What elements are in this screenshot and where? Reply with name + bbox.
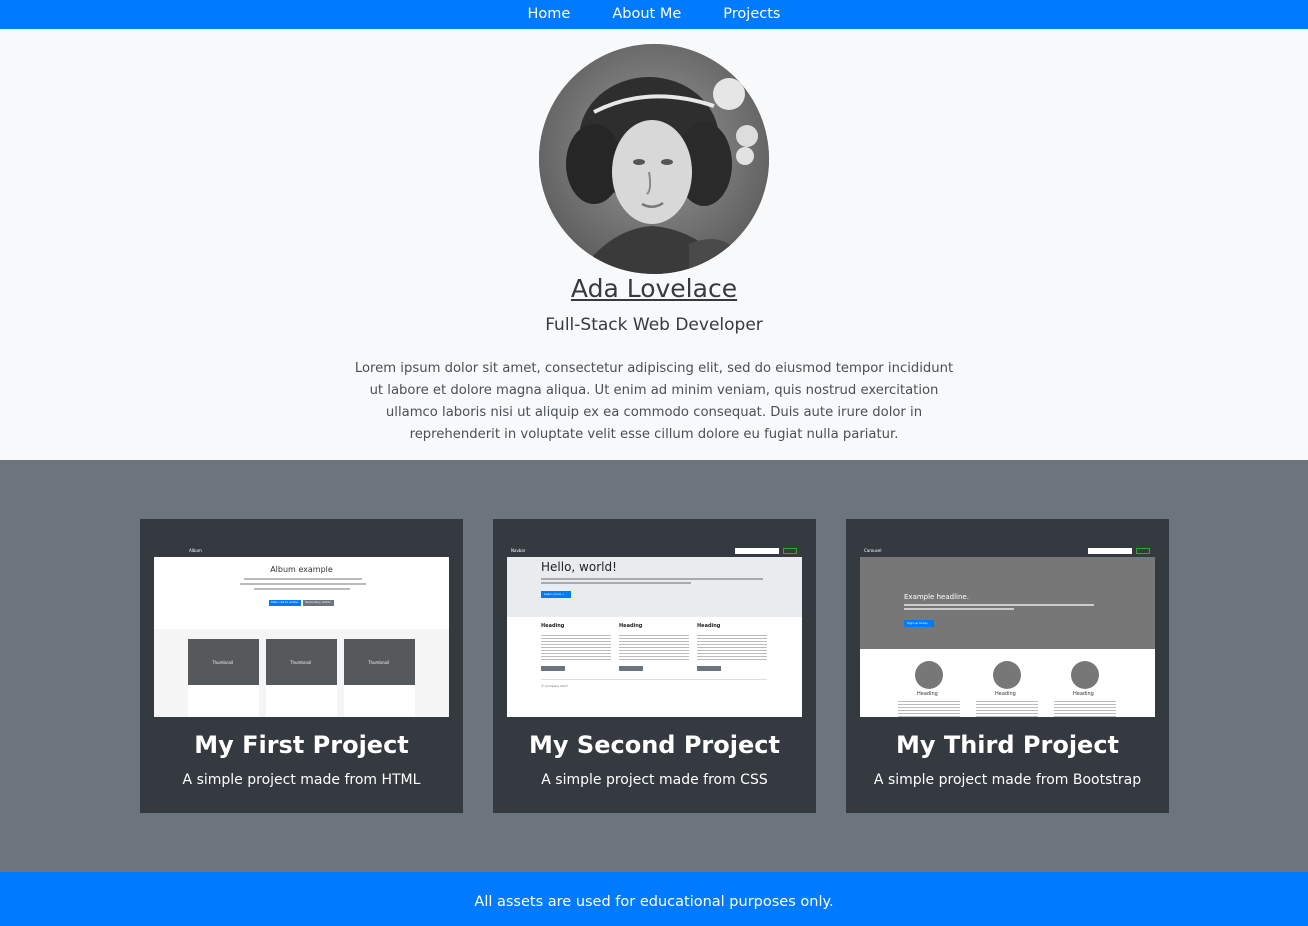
preview-primary-button: Main call to action xyxy=(271,600,299,604)
nav-link-home[interactable]: Home xyxy=(507,0,592,29)
project-3-preview: Carousel Example headline. Sign up today… xyxy=(860,545,1155,717)
profile-title: Full-Stack Web Developer xyxy=(545,315,763,335)
top-navbar: Home About Me Projects xyxy=(0,0,1308,29)
preview-brand: Album xyxy=(189,548,202,553)
project-1-preview: Album Album example Main call to action … xyxy=(154,545,449,717)
preview-col-heading: Heading xyxy=(1073,691,1094,697)
project-card-1[interactable]: Album Album example Main call to action … xyxy=(140,519,463,813)
project-1-description: A simple project made from HTML xyxy=(182,772,421,788)
preview-brand: Carousel xyxy=(864,548,882,553)
preview-signup-button: Sign up today xyxy=(907,621,928,625)
preview-thumbnail-label: Thumbnail xyxy=(212,660,234,665)
nav-link-about-me[interactable]: About Me xyxy=(591,0,702,29)
preview-col-heading: Heading xyxy=(619,623,643,629)
preview-thumbnail-label: Thumbnail xyxy=(368,660,390,665)
nav-link-projects[interactable]: Projects xyxy=(702,0,801,29)
project-3-title: My Third Project xyxy=(895,731,1120,759)
preview-brand: Navbar xyxy=(511,548,526,553)
project-card-2[interactable]: Navbar Hello, world! Learn more » Headin… xyxy=(493,519,816,813)
page-footer: All assets are used for educational purp… xyxy=(0,872,1308,926)
preview-footer: © Company 2017 xyxy=(541,684,568,688)
profile-bio: Lorem ipsum dolor sit amet, consectetur … xyxy=(354,361,954,442)
preview-col-heading: Heading xyxy=(541,623,565,629)
preview-secondary-button: Secondary action xyxy=(305,600,332,604)
project-1-title: My First Project xyxy=(194,731,409,759)
profile-avatar xyxy=(539,44,769,274)
portrait-image xyxy=(539,44,769,274)
preview-thumbnail-label: Thumbnail xyxy=(290,660,312,665)
project-3-description: A simple project made from Bootstrap xyxy=(873,772,1142,788)
footer-text: All assets are used for educational purp… xyxy=(474,894,834,910)
project-card-3[interactable]: Carousel Example headline. Sign up today… xyxy=(846,519,1169,813)
preview-col-heading: Heading xyxy=(917,691,938,697)
projects-section: Album Album example Main call to action … xyxy=(0,460,1308,872)
project-2-preview: Navbar Hello, world! Learn more » Headin… xyxy=(507,545,802,717)
preview-learn-more-button: Learn more » xyxy=(544,592,564,596)
profile-name: Ada Lovelace xyxy=(0,274,1308,303)
preview-headline: Example headline. xyxy=(904,593,969,601)
preview-col-heading: Heading xyxy=(697,623,721,629)
preview-col-heading: Heading xyxy=(995,691,1016,697)
preview-heading: Album example xyxy=(270,565,333,574)
hero-section: Ada Lovelace Full-Stack Web Developer Lo… xyxy=(0,29,1308,460)
preview-heading: Hello, world! xyxy=(541,560,617,574)
project-2-description: A simple project made from CSS xyxy=(541,772,768,788)
project-2-title: My Second Project xyxy=(529,731,780,759)
profile-name-link[interactable]: Ada Lovelace xyxy=(571,274,737,303)
